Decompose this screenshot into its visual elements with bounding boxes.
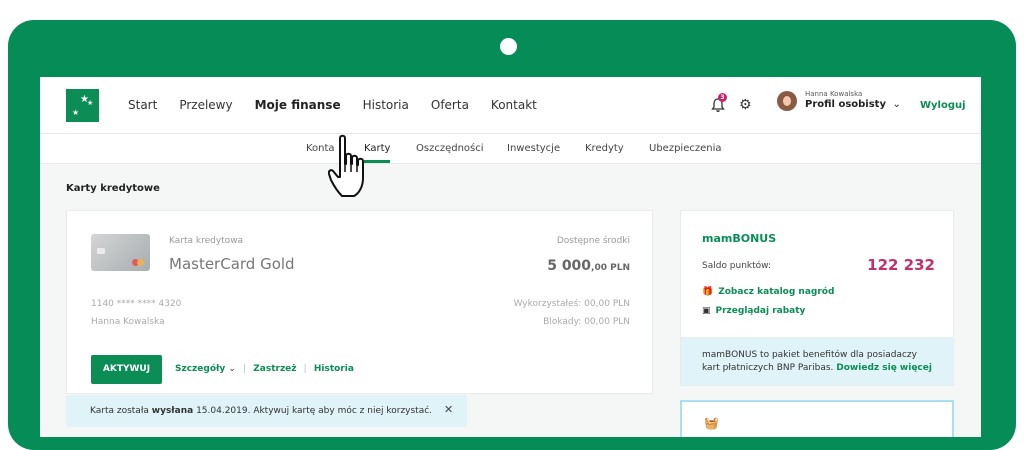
card-number: 1140 **** **** 4320 [91, 299, 182, 309]
card-history-link[interactable]: Historia [314, 364, 354, 374]
settings-gear-icon[interactable]: ⚙ [739, 97, 752, 113]
nav-item-kontakt[interactable]: Kontakt [491, 98, 537, 112]
activate-button[interactable]: AKTYWUJ [91, 355, 162, 384]
discounts-link[interactable]: ▣ Przeglądaj rabaty [702, 306, 805, 316]
bonus-info-box: mamBONUS to pakiet benefitów dla posiada… [681, 337, 953, 385]
notifications-badge: 3 [718, 93, 727, 102]
camera-dot [500, 38, 517, 55]
logo-star-icon: ★ [72, 108, 80, 117]
hand-cursor-icon [328, 134, 364, 197]
avatar[interactable] [777, 91, 797, 111]
nav-item-moje-finanse[interactable]: Moje finanse [255, 98, 341, 112]
bonus-title: mamBONUS [702, 232, 777, 245]
main-nav: Start Przelewy Moje finanse Historia Ofe… [128, 98, 559, 112]
user-name: Hanna Kowalska [805, 90, 863, 98]
nav-item-start[interactable]: Start [128, 98, 157, 112]
profile-dropdown[interactable]: Profil osobisty ⌄ [805, 99, 901, 110]
top-navigation-bar: ★ ★ ★ Start Przelewy Moje finanse Histor… [40, 77, 981, 134]
subnav-item-kredyty[interactable]: Kredyty [585, 143, 624, 154]
points-value: 122 232 [867, 256, 935, 274]
mastercard-logo-icon [132, 259, 145, 266]
card-chip [97, 248, 105, 254]
sub-navigation: Konta Karty Oszczędności Inwestycje Kred… [40, 134, 981, 164]
app-screen: ★ ★ ★ Start Przelewy Moje finanse Histor… [40, 77, 981, 437]
available-funds-label: Dostępne środki [556, 236, 630, 246]
page-title: Karty kredytowe [66, 183, 160, 194]
rewards-catalog-link[interactable]: 🎁 Zobacz katalog nagród [702, 287, 834, 297]
logo-star-icon: ★ [87, 99, 94, 107]
credit-card-panel: Karta kredytowa MasterCard Gold Dostępne… [66, 210, 653, 394]
subnav-item-ubezpieczenia[interactable]: Ubezpieczenia [649, 143, 722, 154]
chevron-down-icon: ⌄ [228, 364, 236, 374]
blocked-amount: Blokady: 00,00 PLN [543, 317, 630, 327]
available-funds-amount: 5 000,00 PLN [547, 258, 630, 274]
mambonus-panel: mamBONUS Saldo punktów: 122 232 🎁 Zobacz … [680, 210, 954, 386]
card-sent-notice: Karta została wysłana 15.04.2019. Aktywu… [66, 395, 467, 427]
secondary-panel: 🧺 [680, 400, 954, 437]
card-type-label: Karta kredytowa [169, 236, 244, 246]
restrict-card-link[interactable]: Zastrzeż [253, 364, 296, 374]
card-holder: Hanna Kowalska [91, 317, 165, 327]
discount-icon: ▣ [702, 306, 711, 316]
learn-more-link[interactable]: Dowiedz się więcej [836, 363, 932, 373]
logout-link[interactable]: Wyloguj [920, 100, 966, 111]
card-name: MasterCard Gold [169, 255, 295, 273]
close-icon[interactable]: ✕ [444, 403, 453, 416]
nav-item-przelewy[interactable]: Przelewy [179, 98, 232, 112]
notice-text: Karta została wysłana 15.04.2019. Aktywu… [90, 406, 433, 416]
notifications-button[interactable]: 3 [710, 93, 727, 113]
subnav-item-inwestycje[interactable]: Inwestycje [507, 143, 560, 154]
details-dropdown[interactable]: Szczegóły ⌄ [175, 364, 236, 374]
card-actions: Szczegóły ⌄ | Zastrzeż | Historia [175, 364, 354, 374]
avatar-face [783, 96, 791, 106]
subnav-item-oszczednosci[interactable]: Oszczędności [416, 143, 484, 154]
credit-card-image [91, 234, 150, 271]
profile-label: Profil osobisty [805, 99, 886, 110]
points-label: Saldo punktów: [702, 261, 772, 271]
nav-item-historia[interactable]: Historia [363, 98, 409, 112]
gift-icon: 🎁 [702, 287, 714, 297]
nav-item-oferta[interactable]: Oferta [431, 98, 469, 112]
chevron-down-icon: ⌄ [892, 99, 901, 110]
bank-logo[interactable]: ★ ★ ★ [66, 89, 99, 122]
used-amount: Wykorzystałeś: 00,00 PLN [513, 299, 630, 309]
